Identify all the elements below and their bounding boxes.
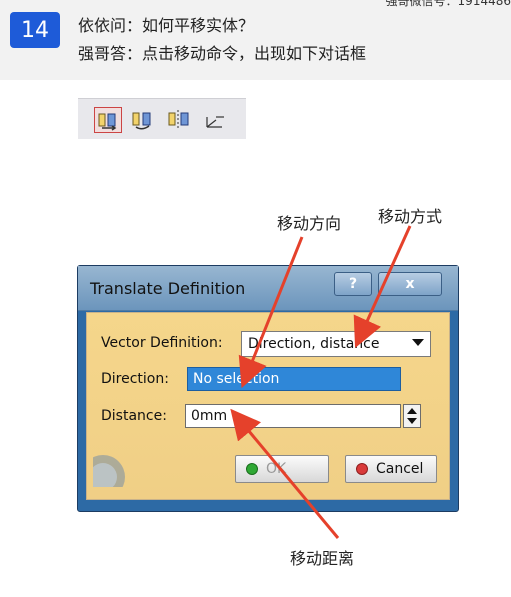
annotation-mode: 移动方式 [378,207,443,226]
direction-field[interactable]: No selection [187,367,401,391]
cancel-button[interactable]: Cancel [345,455,437,483]
ok-button[interactable]: OK [235,455,329,483]
dialog-title-bar[interactable]: Translate Definition ? x [78,266,458,311]
close-button[interactable]: x [378,272,442,296]
distance-field[interactable]: 0mm [185,404,401,428]
chevron-down-icon[interactable] [412,339,424,346]
question-text: 依依问：如何平移实体？ [78,16,255,35]
direction-label: Direction: [101,371,169,387]
spin-down-icon[interactable] [407,418,417,424]
cancel-label: Cancel [376,461,424,477]
distance-label: Distance: [101,408,167,424]
answer-text: 强哥答：点击移动命令，出现如下对话框 [78,44,367,63]
ok-label: OK [266,461,287,477]
dialog-title: Translate Definition [90,279,246,298]
annotation-direction: 移动方向 [277,214,342,233]
rotate-icon[interactable] [130,107,156,131]
axis-to-axis-icon[interactable] [202,107,228,131]
wechat-note: 强哥微信号：1914486 [385,0,511,8]
number-badge: 14 [10,12,60,48]
transformation-toolbar [78,98,246,139]
distance-spinner[interactable] [403,404,421,428]
globe-decoration-icon [81,443,137,499]
translate-icon[interactable] [94,107,122,133]
annotation-distance: 移动距离 [290,549,355,568]
dialog-body: Vector Definition: Direction, distance D… [81,312,450,500]
symmetry-icon[interactable] [166,107,192,131]
vector-definition-label: Vector Definition: [101,335,223,351]
ok-dot-icon [246,463,258,475]
vector-definition-value: Direction, distance [248,336,380,352]
cancel-dot-icon [356,463,368,475]
translate-definition-dialog: Translate Definition ? x Vector Definiti… [77,265,459,512]
spin-up-icon[interactable] [407,408,417,414]
vector-definition-select[interactable]: Direction, distance [241,331,431,357]
header-bar: 强哥微信号：1914486 14 依依问：如何平移实体？ 强哥答：点击移动命令，… [0,0,511,80]
help-button[interactable]: ? [334,272,372,296]
